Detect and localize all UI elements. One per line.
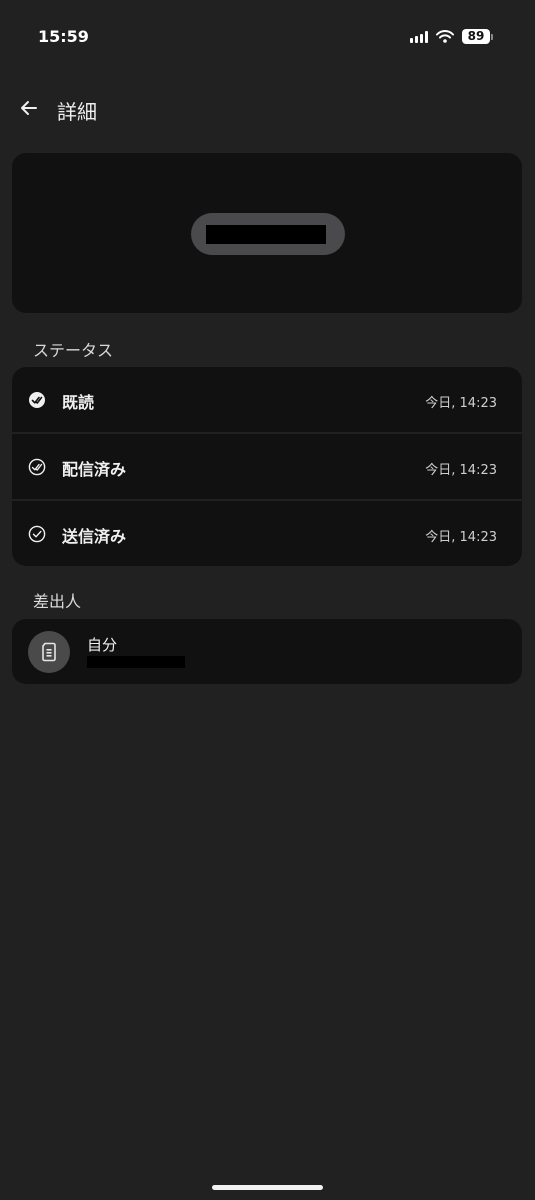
arrow-left-icon — [21, 101, 37, 115]
page-title: 詳細 — [57, 100, 97, 124]
battery-level: 89 — [462, 29, 490, 44]
status-row-sent: 送信済み 今日, 14:23 — [12, 501, 522, 566]
back-button[interactable] — [14, 93, 44, 123]
message-preview-card — [12, 153, 522, 313]
status-list: 既読 今日, 14:23 配信済み 今日, 14:23 送信済み 今日, 14:… — [12, 367, 522, 566]
status-time: 今日, 14:23 — [425, 463, 497, 478]
redacted-sender-number — [87, 656, 185, 668]
double-check-outline-icon — [28, 458, 46, 476]
sim-card-icon — [42, 642, 56, 662]
status-row-delivered: 配信済み 今日, 14:23 — [12, 434, 522, 499]
avatar — [28, 631, 70, 673]
status-time: 今日, 14:23 — [425, 396, 497, 411]
sender-section-label: 差出人 — [33, 592, 82, 611]
status-row-read: 既読 今日, 14:23 — [12, 367, 522, 432]
check-outline-icon — [28, 525, 46, 543]
status-icons: 89 — [410, 29, 493, 44]
sender-name: 自分 — [87, 636, 118, 654]
double-check-filled-icon — [29, 392, 45, 408]
status-time: 今日, 14:23 — [425, 530, 497, 545]
cellular-signal-icon — [410, 30, 428, 43]
battery-icon: 89 — [462, 29, 493, 44]
redacted-message-text — [206, 225, 326, 244]
status-label: 配信済み — [62, 460, 127, 479]
status-section-label: ステータス — [33, 341, 114, 360]
status-label: 既読 — [62, 393, 95, 412]
status-bar: 15:59 89 — [0, 0, 535, 75]
wifi-icon — [436, 30, 454, 43]
home-indicator[interactable] — [212, 1185, 323, 1190]
app-bar: 詳細 — [0, 80, 535, 136]
sender-card[interactable]: 自分 — [12, 619, 522, 684]
status-label: 送信済み — [62, 527, 127, 546]
status-time: 15:59 — [38, 27, 89, 46]
message-bubble — [191, 213, 345, 255]
